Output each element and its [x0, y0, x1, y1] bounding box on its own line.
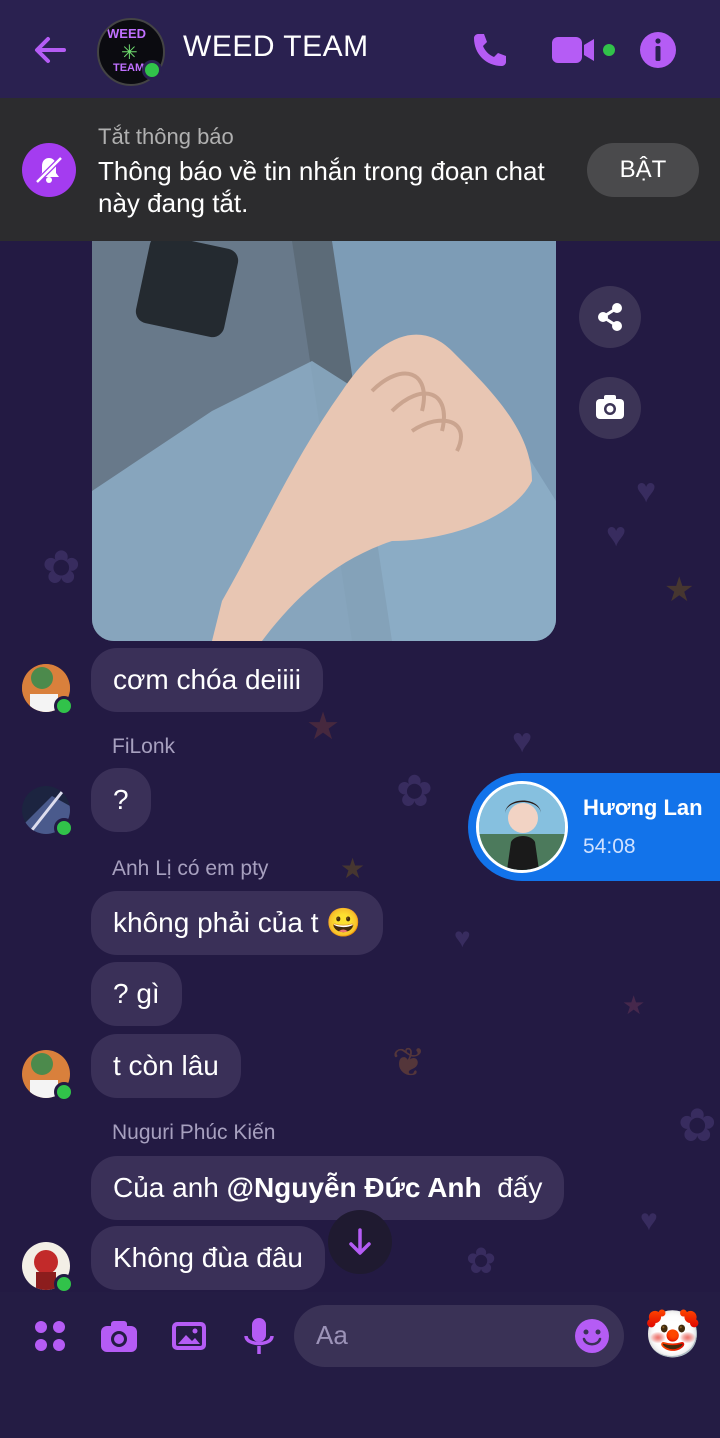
message-text: Của anh: [113, 1172, 227, 1203]
message-input-placeholder: Aa: [316, 1320, 348, 1350]
back-arrow-icon[interactable]: [30, 30, 70, 70]
online-indicator: [54, 696, 74, 716]
share-button[interactable]: [579, 286, 641, 348]
background-star-decoration: ★: [622, 990, 646, 1020]
call-card[interactable]: Hương Lan 54:08: [468, 773, 720, 881]
caller-name: Hương Lan: [583, 795, 703, 820]
message-bubble[interactable]: cơm chóa deiiii: [91, 648, 323, 712]
mention-link[interactable]: @Nguyễn Đức Anh: [227, 1172, 482, 1203]
online-indicator: [54, 1274, 74, 1294]
message-input[interactable]: Aa: [294, 1305, 624, 1367]
message-bubble[interactable]: t còn lâu: [91, 1034, 241, 1098]
mic-icon[interactable]: [237, 1314, 281, 1358]
camera-button[interactable]: [579, 377, 641, 439]
call-duration: 54:08: [583, 835, 636, 858]
background-heart-decoration: ♥: [640, 1204, 658, 1237]
turn-on-notifications-button[interactable]: BẬT: [587, 143, 699, 197]
chat-title[interactable]: WEED TEAM: [183, 30, 369, 64]
background-heart-decoration: ♥: [636, 472, 657, 510]
online-indicator: [54, 818, 74, 838]
online-indicator: [142, 60, 162, 80]
scroll-to-bottom-button[interactable]: [328, 1210, 392, 1274]
arrow-down-icon: [349, 1228, 371, 1255]
bell-off-icon: [22, 143, 76, 197]
background-heart-decoration: ♥: [454, 922, 471, 953]
sender-name: Anh Lị có em pty: [112, 857, 269, 880]
background-flower-decoration: ✿: [42, 541, 81, 593]
video-icon[interactable]: [552, 28, 616, 72]
message-bubble[interactable]: không phải của t 😀: [91, 891, 384, 955]
group-avatar-text: TEAM: [113, 62, 145, 74]
mute-notice-label: Tắt thông báo: [98, 124, 234, 149]
mute-notice-message: Thông báo về tin nhắn trong đoạn chat nà…: [98, 156, 545, 218]
background-flower-decoration: ✿: [396, 767, 433, 816]
camera-icon[interactable]: [97, 1314, 141, 1358]
phone-icon[interactable]: [468, 28, 512, 72]
call-avatar: [476, 781, 568, 873]
quick-reaction-button[interactable]: 🤡: [644, 1306, 702, 1362]
background-star-decoration: ★: [340, 853, 366, 884]
message-bubble[interactable]: Không đùa đâu: [91, 1226, 325, 1290]
shared-photo[interactable]: [92, 241, 556, 641]
message-bubble[interactable]: ?: [91, 768, 151, 832]
background-butterfly-decoration: ❦: [392, 1041, 426, 1085]
background-flower-decoration: ✿: [678, 1099, 717, 1151]
background-heart-decoration: ♥: [606, 516, 627, 554]
background-flower-decoration: ✿: [466, 1240, 497, 1281]
camera-icon: [596, 395, 624, 419]
background-star-decoration: ★: [306, 706, 341, 748]
smile-icon[interactable]: [574, 1318, 610, 1354]
background-heart-decoration: ♥: [512, 722, 533, 760]
grid-icon[interactable]: [28, 1314, 72, 1358]
image-icon[interactable]: [167, 1314, 211, 1358]
background-star-decoration: ★: [664, 571, 695, 609]
sender-name: FiLonk: [112, 735, 176, 758]
online-indicator: [54, 1082, 74, 1102]
sender-name: Nuguri Phúc Kiến: [112, 1121, 276, 1144]
clown-emoji: 🤡: [644, 1308, 702, 1360]
info-icon[interactable]: [636, 28, 680, 72]
message-bubble[interactable]: ? gì: [91, 962, 182, 1026]
share-icon: [598, 303, 622, 331]
group-avatar-text: WEED: [107, 26, 146, 41]
message-text: đấy: [481, 1172, 543, 1203]
